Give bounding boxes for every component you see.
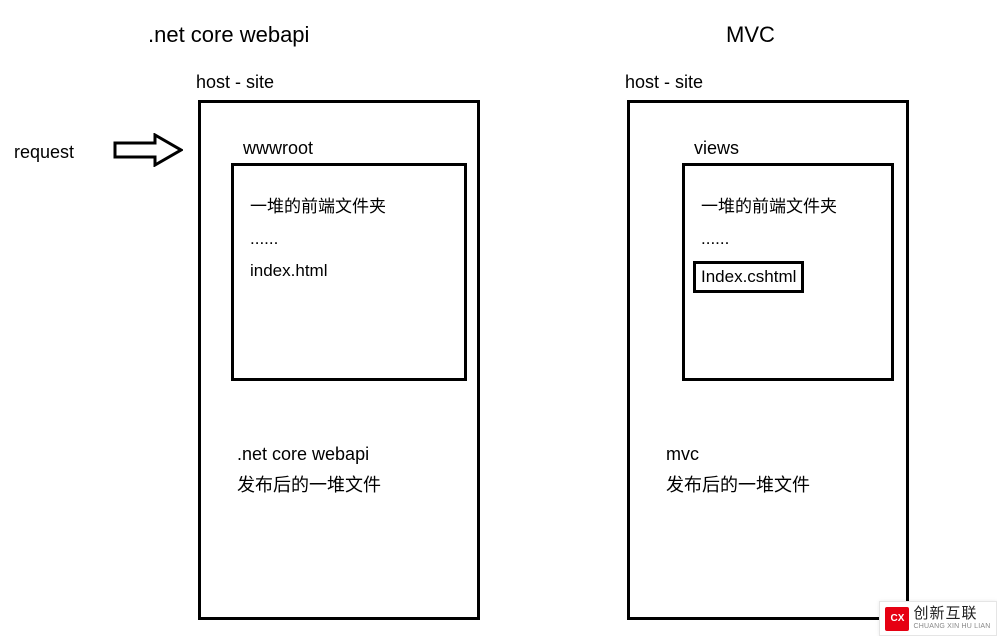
folder-contents-line: 一堆的前端文件夹 bbox=[701, 192, 875, 217]
bottom-line: .net core webapi bbox=[237, 439, 381, 470]
title-left: .net core webapi bbox=[148, 22, 309, 48]
host-label-left: host - site bbox=[196, 72, 274, 93]
folder-label-left: wwwroot bbox=[243, 138, 313, 159]
folder-contents-line: ...... bbox=[250, 229, 448, 249]
bottom-line: 发布后的一堆文件 bbox=[666, 470, 810, 501]
index-file-right: Index.cshtml bbox=[693, 261, 804, 293]
host-site-box-left: wwwroot 一堆的前端文件夹 ...... index.html .net … bbox=[198, 100, 480, 620]
folder-contents-line: ...... bbox=[701, 229, 875, 249]
folder-contents-line: 一堆的前端文件夹 bbox=[250, 192, 448, 217]
watermark: CX 创新互联 CHUANG XIN HU LIAN bbox=[879, 601, 997, 636]
bottom-line: 发布后的一堆文件 bbox=[237, 470, 381, 501]
bottom-text-left: .net core webapi 发布后的一堆文件 bbox=[237, 439, 381, 500]
folder-label-right: views bbox=[694, 138, 739, 159]
watermark-logo-icon: CX bbox=[885, 607, 909, 631]
folder-box-right: 一堆的前端文件夹 ...... Index.cshtml bbox=[682, 163, 894, 381]
watermark-cn: 创新互联 bbox=[913, 606, 990, 623]
folder-box-left: 一堆的前端文件夹 ...... index.html bbox=[231, 163, 467, 381]
host-label-right: host - site bbox=[625, 72, 703, 93]
bottom-text-right: mvc 发布后的一堆文件 bbox=[666, 439, 810, 500]
bottom-line: mvc bbox=[666, 439, 810, 470]
title-right: MVC bbox=[726, 22, 775, 48]
watermark-text: 创新互联 CHUANG XIN HU LIAN bbox=[913, 606, 990, 630]
request-label: request bbox=[14, 142, 74, 163]
host-site-box-right: views 一堆的前端文件夹 ...... Index.cshtml mvc 发… bbox=[627, 100, 909, 620]
index-file-left: index.html bbox=[250, 261, 448, 281]
request-arrow-icon bbox=[113, 133, 183, 167]
watermark-en: CHUANG XIN HU LIAN bbox=[913, 623, 990, 631]
